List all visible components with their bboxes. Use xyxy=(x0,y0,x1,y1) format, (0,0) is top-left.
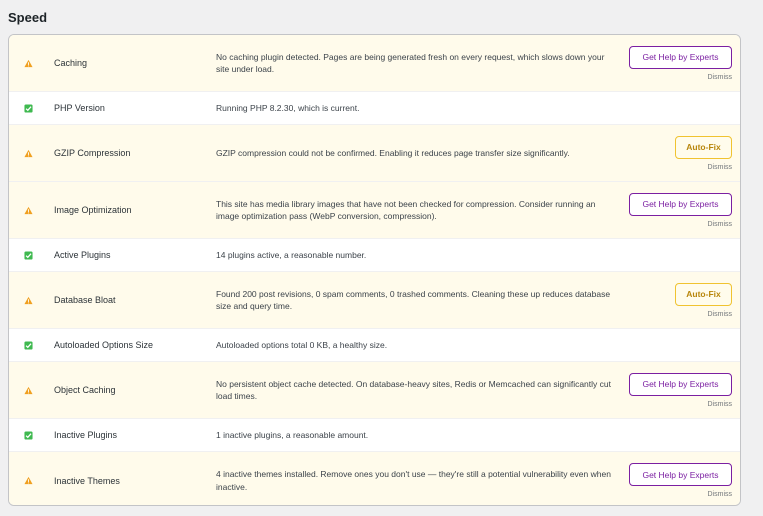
check-description: Found 200 post revisions, 0 spam comment… xyxy=(216,288,611,312)
check-row: Active Plugins 14 plugins active, a reaso… xyxy=(9,239,740,272)
row-actions: Get Help by Experts Dismiss xyxy=(629,45,733,81)
check-row: Image Optimization This site has media li… xyxy=(9,182,740,239)
check-row: Database Bloat Found 200 post revisions, … xyxy=(9,272,740,329)
dismiss-link[interactable]: Dismiss xyxy=(708,74,733,81)
row-actions: Auto-Fix Dismiss xyxy=(675,135,733,171)
check-description: 4 inactive themes installed. Remove ones… xyxy=(216,469,611,492)
speed-checks-card: Caching No caching plugin detected. Pages… xyxy=(8,34,741,506)
check-description: Autoloaded options total 0 KB, a healthy… xyxy=(216,339,388,350)
row-actions: Get Help by Experts Dismiss xyxy=(629,372,733,408)
check-label: PHP Version xyxy=(54,103,105,113)
check-label: GZIP Compression xyxy=(54,148,131,158)
warning-icon xyxy=(23,385,33,395)
check-description: Running PHP 8.2.30, which is current. xyxy=(216,102,360,113)
check-label: Inactive Themes xyxy=(54,475,120,486)
check-row: Object Caching No persistent object cache… xyxy=(9,362,740,419)
get-help-by-experts-button[interactable]: Get Help by Experts xyxy=(629,372,732,396)
check-label: Caching xyxy=(54,58,88,68)
row-actions: Get Help by Experts Dismiss xyxy=(629,192,733,228)
check-label: Autoloaded Options Size xyxy=(54,340,154,350)
check-row: PHP Version Running PHP 8.2.30, which is … xyxy=(9,92,740,125)
check-row: Inactive Plugins 1 inactive plugins, a re… xyxy=(9,419,740,452)
check-description: 1 inactive plugins, a reasonable amount. xyxy=(216,429,369,440)
auto-fix-button[interactable]: Auto-Fix xyxy=(675,135,732,159)
check-description: 14 plugins active, a reasonable number. xyxy=(216,249,367,260)
auto-fix-button[interactable]: Auto-Fix xyxy=(675,282,732,306)
section-title: Speed xyxy=(8,10,48,25)
check-label: Image Optimization xyxy=(54,205,132,215)
warning-icon xyxy=(23,58,33,68)
get-help-by-experts-button[interactable]: Get Help by Experts xyxy=(629,463,732,486)
get-help-by-experts-button[interactable]: Get Help by Experts xyxy=(629,45,732,69)
check-label: Active Plugins xyxy=(54,250,111,260)
row-actions: Auto-Fix Dismiss xyxy=(675,282,733,318)
check-description: GZIP compression could not be confirmed.… xyxy=(216,147,570,158)
dismiss-link[interactable]: Dismiss xyxy=(708,491,733,498)
check-description: No caching plugin detected. Pages are be… xyxy=(216,51,605,75)
check-label: Object Caching xyxy=(54,385,116,395)
check-row: GZIP Compression GZIP compression could n… xyxy=(9,125,740,182)
check-icon xyxy=(23,430,33,440)
check-label: Database Bloat xyxy=(54,295,116,305)
check-description: No persistent object cache detected. On … xyxy=(216,378,611,402)
check-icon xyxy=(23,103,33,113)
speed-page: Speed Caching No caching plugin detected.… xyxy=(0,0,763,516)
warning-icon xyxy=(23,295,33,305)
check-row: Inactive Themes 4 inactive themes install… xyxy=(9,452,740,505)
check-description: This site has media library images that … xyxy=(216,198,596,222)
warning-icon xyxy=(23,205,33,215)
check-row: Caching No caching plugin detected. Pages… xyxy=(9,35,740,92)
check-icon xyxy=(23,340,33,350)
warning-icon xyxy=(23,148,33,158)
check-row: Autoloaded Options Size Autoloaded option… xyxy=(9,329,740,362)
warning-icon xyxy=(23,476,33,486)
dismiss-link[interactable]: Dismiss xyxy=(708,311,733,318)
check-label: Inactive Plugins xyxy=(54,430,118,440)
get-help-by-experts-button[interactable]: Get Help by Experts xyxy=(629,192,732,216)
row-actions: Get Help by Experts Dismiss xyxy=(629,463,732,498)
check-icon xyxy=(23,250,33,260)
dismiss-link[interactable]: Dismiss xyxy=(708,164,733,171)
dismiss-link[interactable]: Dismiss xyxy=(708,401,733,408)
dismiss-link[interactable]: Dismiss xyxy=(708,221,733,228)
